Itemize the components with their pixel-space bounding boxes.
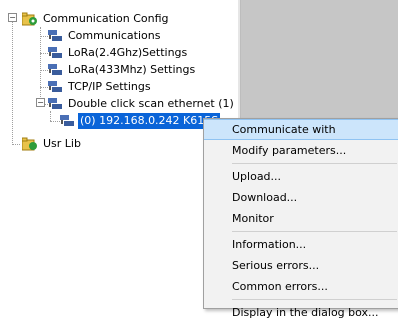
tree-item-label: (0) 192.168.0.242 K615S (78, 112, 221, 129)
tree-root-label: Communication Config (43, 11, 169, 25)
menu-item-serious-errors[interactable]: Serious errors... (204, 255, 398, 276)
tree-line (50, 111, 51, 121)
tree-item-scan-ethernet[interactable]: Double click scan ethernet (1) Last (47, 95, 262, 112)
tree-item-label: LoRa(2.4Ghz)Settings (68, 45, 188, 59)
tree-item-label: LoRa(433Mhz) Settings (68, 62, 196, 76)
menu-item-download[interactable]: Download... (204, 187, 398, 208)
context-menu: Communicate with Modify parameters... Up… (203, 118, 398, 319)
network-node-icon (48, 46, 62, 58)
menu-item-modify-parameters[interactable]: Modify parameters... (204, 140, 398, 161)
menu-item-common-errors[interactable]: Common errors... (204, 276, 398, 297)
workspace-pane (240, 0, 398, 125)
menu-item-upload[interactable]: Upload... (204, 166, 398, 187)
menu-separator (232, 299, 397, 300)
tree-item-label: TCP/IP Settings (68, 79, 151, 93)
menu-separator (232, 163, 397, 164)
tree-item-label: Double click scan ethernet (1) Last (68, 96, 261, 110)
tree-item-device-selected[interactable]: (0) 192.168.0.242 K615S (59, 112, 221, 129)
tree-item-tcpip[interactable]: TCP/IP Settings (47, 78, 153, 95)
library-icon (22, 137, 37, 150)
tree-line (12, 20, 13, 145)
collapse-icon[interactable]: − (8, 13, 17, 22)
collapse-icon[interactable]: − (36, 98, 45, 107)
network-node-icon (48, 80, 62, 92)
tree-item-lora-2-4ghz[interactable]: LoRa(2.4Ghz)Settings (47, 44, 189, 61)
network-node-icon (48, 63, 62, 75)
config-folder-icon (22, 12, 37, 25)
tree-line (40, 27, 41, 107)
tree-item-lora-433mhz[interactable]: LoRa(433Mhz) Settings (47, 61, 197, 78)
network-node-icon (48, 29, 62, 41)
network-node-icon (60, 114, 74, 126)
menu-item-display-dialog[interactable]: Display in the dialog box... (204, 302, 398, 323)
network-node-icon (48, 97, 62, 109)
menu-item-information[interactable]: Information... (204, 234, 398, 255)
tree-line (12, 144, 20, 145)
tree-root-label: Usr Lib (43, 136, 81, 150)
tree-root-usr-lib[interactable]: Usr Lib (22, 135, 83, 152)
tree-item-label: Communications (68, 28, 161, 42)
menu-separator (232, 231, 397, 232)
menu-item-monitor[interactable]: Monitor (204, 208, 398, 229)
menu-item-communicate-with[interactable]: Communicate with (204, 119, 398, 140)
tree-root-communication-config[interactable]: Communication Config (22, 10, 171, 27)
tree-item-communications[interactable]: Communications (47, 27, 162, 44)
